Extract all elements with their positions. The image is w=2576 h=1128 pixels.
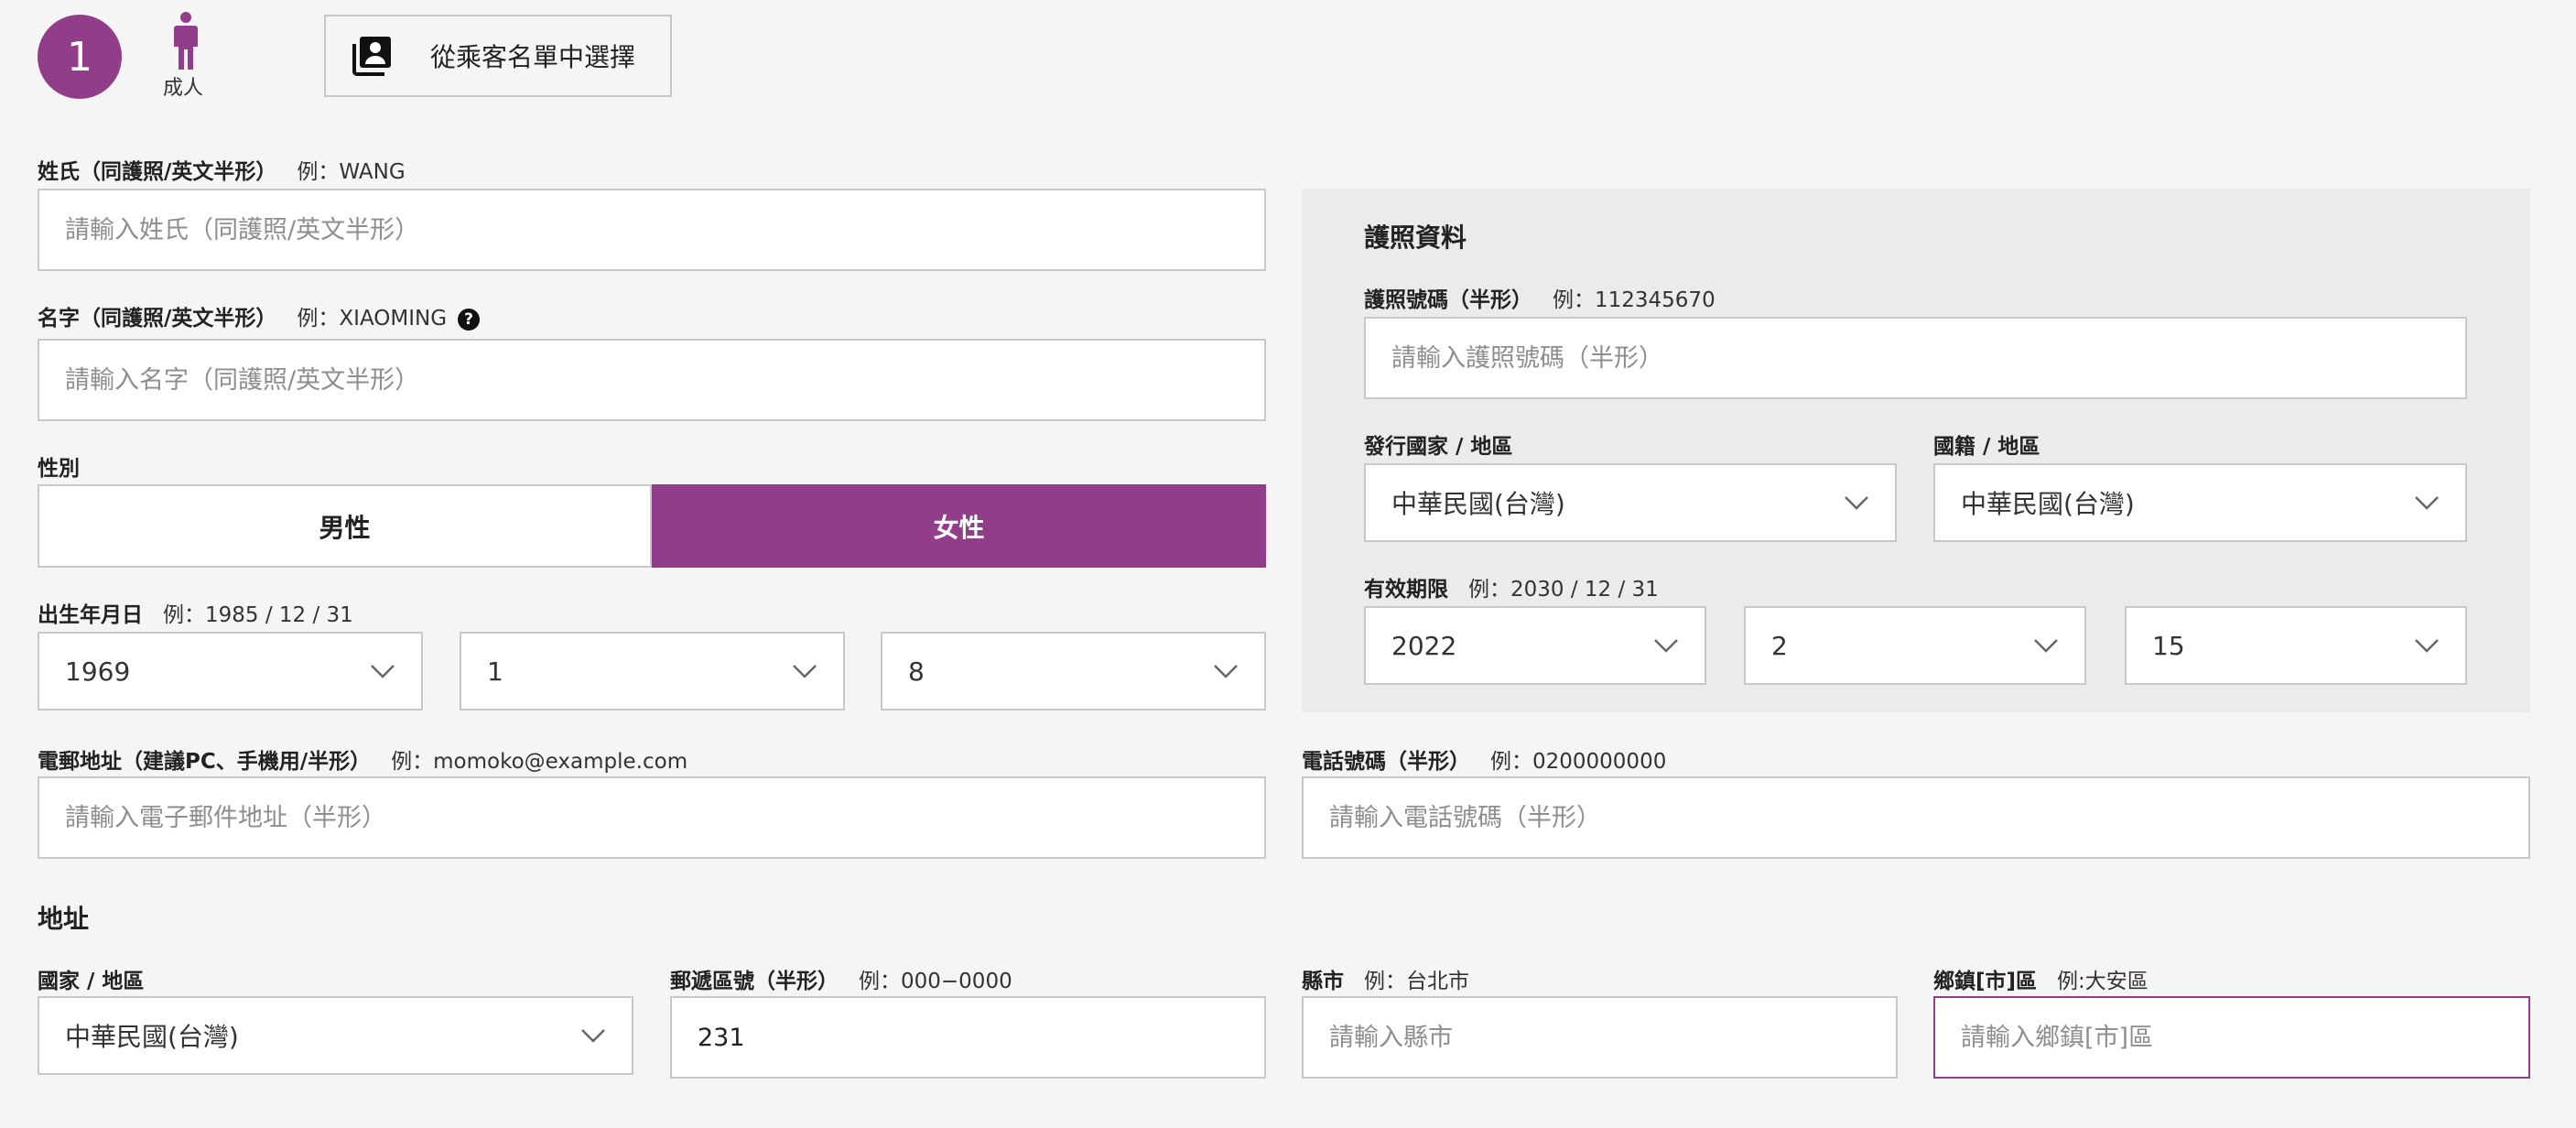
district-label-text: 鄉鎮[市]區 [1933, 970, 2038, 993]
expiry-date-label-text: 有效期限 [1364, 578, 1448, 602]
birth-month-value: 1 [487, 656, 503, 687]
chevron-down-icon [2415, 639, 2439, 653]
issuing-country-select[interactable]: 中華民國(台灣) [1364, 463, 1897, 542]
city-label: 縣市 例：台北市 [1302, 963, 1469, 994]
gender-label: 性別 [38, 457, 80, 481]
issuing-country-label: 發行國家 / 地區 [1364, 435, 1513, 459]
postal-code-label: 郵遞區號（半形） 例：000−0000 [670, 963, 1012, 994]
surname-input[interactable] [38, 189, 1266, 271]
adult-person-icon [174, 12, 198, 70]
nationality-value: 中華民國(台灣) [1961, 489, 2135, 519]
address-country-value: 中華民國(台灣) [65, 1022, 239, 1052]
chevron-down-icon [793, 665, 817, 678]
email-label: 電郵地址（建議PC、手機用/半形） 例：momoko@example.com [38, 743, 687, 775]
postal-code-label-text: 郵遞區號（半形） [670, 970, 839, 993]
issuing-country-value: 中華民國(台灣) [1391, 489, 1565, 519]
given-name-input[interactable] [38, 339, 1266, 421]
passenger-type-label: 成人 [163, 77, 204, 100]
chevron-down-icon [1845, 496, 1868, 510]
passport-section-title: 護照資料 [1364, 222, 1467, 253]
phone-input[interactable] [1302, 776, 2530, 859]
passport-number-label-text: 護照號碼（半形） [1364, 288, 1532, 312]
gender-female-button[interactable]: 女性 [652, 484, 1266, 568]
district-label: 鄉鎮[市]區 例:大安區 [1933, 963, 2148, 994]
email-label-text: 電郵地址（建議PC、手機用/半形） [38, 750, 372, 774]
given-name-label-text: 名字（同護照/英文半形） [38, 307, 277, 331]
expiry-month-select[interactable]: 2 [1744, 606, 2086, 685]
surname-label-text: 姓氏（同護照/英文半形） [38, 160, 277, 184]
city-label-text: 縣市 [1302, 970, 1344, 993]
birth-day-select[interactable]: 8 [881, 632, 1266, 710]
birth-month-select[interactable]: 1 [460, 632, 845, 710]
district-hint: 例:大安區 [2057, 970, 2148, 993]
birth-date-label: 出生年月日 例：1985 / 12 / 31 [38, 597, 353, 628]
expiry-day-select[interactable]: 15 [2125, 606, 2467, 685]
chevron-down-icon [2415, 496, 2439, 510]
birth-year-value: 1969 [65, 656, 131, 687]
passport-number-hint: 例：112345670 [1553, 288, 1716, 312]
gender-toggle-group: 男性 女性 [38, 484, 1266, 568]
birth-day-value: 8 [908, 656, 925, 687]
expiry-date-label: 有效期限 例：2030 / 12 / 31 [1364, 571, 1659, 602]
postal-code-input[interactable] [670, 996, 1266, 1079]
select-from-passenger-list-label: 從乘客名單中選擇 [430, 42, 636, 72]
passport-number-label: 護照號碼（半形） 例：112345670 [1364, 282, 1716, 313]
expiry-day-value: 15 [2152, 630, 2185, 661]
given-name-label: 名字（同護照/英文半形） 例：XIAOMING? [38, 300, 481, 331]
chevron-down-icon [371, 665, 395, 678]
address-country-label: 國家 / 地區 [38, 970, 145, 993]
email-hint: 例：momoko@example.com [391, 750, 688, 774]
expiry-year-select[interactable]: 2022 [1364, 606, 1706, 685]
passport-number-input[interactable] [1364, 317, 2467, 399]
chevron-down-icon [581, 1029, 605, 1043]
district-input[interactable] [1933, 996, 2530, 1079]
phone-hint: 例：0200000000 [1490, 750, 1667, 774]
surname-label: 姓氏（同護照/英文半形） 例：WANG [38, 154, 406, 185]
city-hint: 例：台北市 [1364, 970, 1469, 993]
nationality-label: 國籍 / 地區 [1933, 435, 2040, 459]
select-from-passenger-list-button[interactable]: 從乘客名單中選擇 [324, 15, 672, 97]
birth-date-label-text: 出生年月日 [38, 603, 143, 627]
help-icon[interactable]: ? [458, 308, 481, 331]
chevron-down-icon [1214, 665, 1238, 678]
expiry-year-value: 2022 [1391, 630, 1457, 661]
expiry-date-hint: 例：2030 / 12 / 31 [1468, 578, 1659, 602]
given-name-hint: 例：XIAOMING [297, 307, 448, 331]
email-input[interactable] [38, 776, 1266, 859]
expiry-month-value: 2 [1771, 630, 1788, 661]
surname-hint: 例：WANG [297, 160, 406, 184]
city-input[interactable] [1302, 996, 1898, 1079]
address-section-title: 地址 [38, 904, 90, 934]
phone-label-text: 電話號碼（半形） [1302, 750, 1470, 774]
chevron-down-icon [1654, 639, 1678, 653]
gender-male-button[interactable]: 男性 [38, 484, 652, 568]
passenger-number-badge: 1 [38, 15, 122, 99]
contacts-list-icon [352, 37, 391, 76]
birth-date-hint: 例：1985 / 12 / 31 [163, 603, 353, 627]
postal-code-hint: 例：000−0000 [859, 970, 1012, 993]
phone-label: 電話號碼（半形） 例：0200000000 [1302, 743, 1666, 775]
nationality-select[interactable]: 中華民國(台灣) [1933, 463, 2467, 542]
chevron-down-icon [2034, 639, 2058, 653]
birth-year-select[interactable]: 1969 [38, 632, 423, 710]
address-country-select[interactable]: 中華民國(台灣) [38, 996, 633, 1075]
